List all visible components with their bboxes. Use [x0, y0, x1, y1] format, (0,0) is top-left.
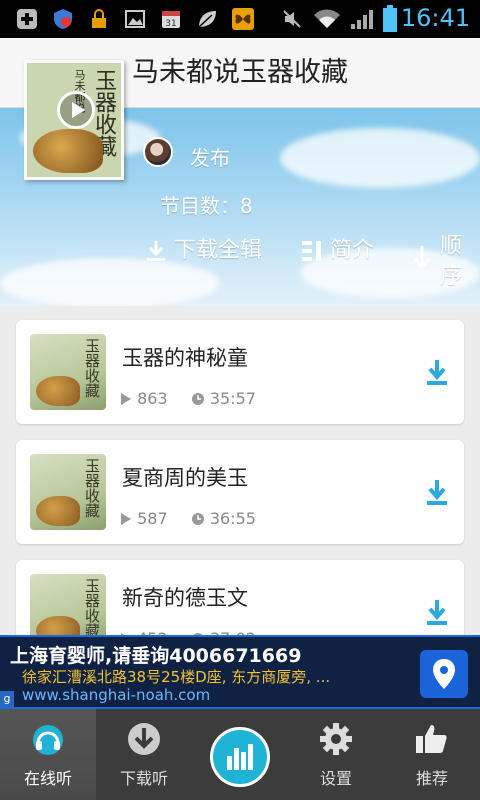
butterfly-icon [232, 8, 254, 30]
list-item[interactable]: 玉器收藏 玉器的神秘童 863 35:57 [16, 320, 464, 424]
download-icon [147, 241, 165, 261]
cloud-decoration [280, 128, 480, 188]
episode-thumbnail: 玉器收藏 [30, 454, 106, 530]
ad-address: 徐家汇漕溪北路38号25楼D座, 东方商厦旁, ... [22, 668, 331, 686]
order-label: 顺序 [440, 234, 463, 289]
download-all-button[interactable]: 下载全辑 [146, 232, 262, 264]
status-bar: 31 16:41 [0, 0, 480, 38]
sort-down-icon [413, 246, 431, 270]
headphones-icon [33, 725, 63, 755]
publisher-label[interactable]: 发布 [190, 142, 230, 171]
clock-icon [191, 392, 204, 405]
ad-headline[interactable]: 上海育婴师,请垂询4006671669 [10, 641, 301, 668]
duration: 35:57 [209, 389, 256, 408]
episode-meta: 863 35:57 [120, 388, 256, 408]
map-pin-icon [433, 659, 455, 689]
play-count-icon [121, 512, 131, 525]
episode-count: 节目数：8 [160, 194, 253, 218]
album-cover[interactable]: 玉器收藏 马未都说 [24, 60, 124, 180]
jade-artwork [33, 129, 103, 173]
download-icon[interactable] [426, 598, 448, 626]
tab-label: 在线听 [23, 769, 72, 788]
play-count: 863 [137, 389, 168, 408]
tab-settings[interactable]: 设置 [288, 709, 384, 800]
player-button[interactable] [210, 727, 270, 787]
avatar[interactable] [143, 137, 173, 167]
download-icon[interactable] [426, 478, 448, 506]
tab-downloads[interactable]: 下载听 [96, 709, 192, 800]
tab-recommend[interactable]: 推荐 [384, 709, 480, 800]
clock-icon [191, 512, 204, 525]
download-icon[interactable] [426, 358, 448, 386]
clock: 16:41 [400, 4, 470, 32]
wifi-icon [314, 9, 340, 28]
svg-text:31: 31 [165, 19, 176, 29]
tab-label: 设置 [319, 769, 352, 788]
calendar-icon: 31 [162, 11, 180, 29]
play-count-icon [121, 392, 131, 405]
download-icon [128, 723, 160, 755]
leaf-icon [198, 11, 216, 28]
tab-label: 下载听 [119, 769, 168, 788]
intro-button[interactable]: 简介 [302, 232, 374, 264]
list-item[interactable]: 玉器收藏 夏商周的美玉 587 36:55 [16, 440, 464, 544]
episode-meta: 587 36:55 [120, 508, 256, 528]
gear-icon [320, 723, 352, 755]
episode-thumbnail: 玉器收藏 [30, 334, 106, 410]
download-all-label: 下载全辑 [174, 238, 263, 263]
bottom-tab-bar: 在线听 下载听 设置 推荐 [0, 709, 480, 800]
battery-icon [383, 5, 397, 32]
mute-icon [283, 10, 301, 28]
ad-url[interactable]: www.shanghai-noah.com [22, 686, 210, 704]
episode-title: 玉器的神秘童 [122, 346, 248, 370]
tab-label: 推荐 [415, 769, 448, 788]
tab-online[interactable]: 在线听 [0, 709, 96, 800]
signal-icon [351, 10, 373, 29]
cloud-decoration [0, 258, 220, 306]
map-pin-button[interactable] [420, 650, 468, 698]
ad-badge: g [0, 691, 14, 707]
episode-title: 夏商周的美玉 [122, 466, 248, 490]
play-count: 587 [137, 509, 168, 528]
add-icon [17, 9, 37, 29]
shield-icon [54, 9, 72, 29]
image-icon [125, 10, 145, 28]
equalizer-icon [227, 744, 253, 770]
intro-label: 简介 [330, 238, 375, 263]
ad-banner[interactable]: 上海育婴师,请垂询4006671669 徐家汇漕溪北路38号25楼D座, 东方商… [0, 635, 480, 709]
play-button[interactable] [57, 91, 95, 129]
thumbs-up-icon [416, 725, 447, 753]
duration: 36:55 [209, 509, 256, 528]
list-icon [302, 241, 321, 261]
episode-title: 新奇的德玉文 [122, 586, 248, 610]
lock-icon [92, 9, 106, 28]
